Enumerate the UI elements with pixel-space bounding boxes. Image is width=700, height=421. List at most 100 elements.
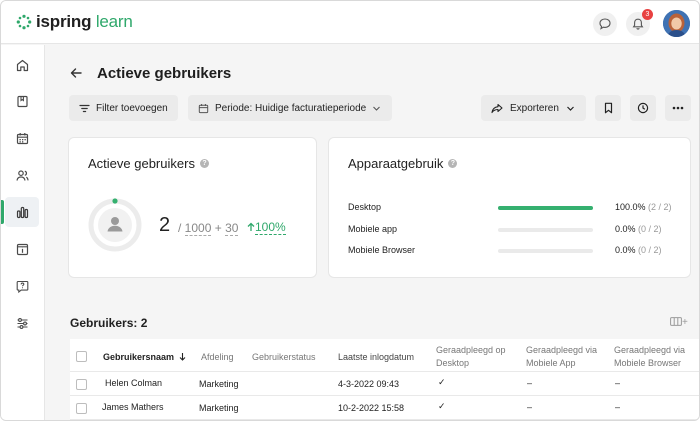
sidebar-item-info[interactable] xyxy=(5,234,39,264)
row-checkbox[interactable] xyxy=(76,403,87,414)
column-header-department[interactable]: Afdeling xyxy=(201,351,234,364)
top-bar: ispring learn 3 xyxy=(1,1,699,44)
cell-last-login: 4-3-2022 09:43 xyxy=(338,379,400,389)
column-header-app-line2: Mobiele App xyxy=(526,358,576,368)
trend-value: 100% xyxy=(255,220,286,235)
cell-department: Marketing xyxy=(199,403,239,413)
sidebar-item-users[interactable] xyxy=(5,160,39,190)
book-icon xyxy=(16,95,28,107)
usage-bar-track xyxy=(498,206,593,210)
brand-light: learn xyxy=(95,12,133,31)
license-limit[interactable]: 1000 xyxy=(184,221,212,236)
device-label: Mobiele Browser xyxy=(348,245,416,255)
schedule-button[interactable] xyxy=(630,95,656,121)
period-select[interactable]: Periode: Huidige facturatieperiode xyxy=(188,95,392,121)
notifications-button[interactable]: 3 xyxy=(626,9,653,36)
bookmark-button[interactable] xyxy=(595,95,621,121)
share-arrow-icon xyxy=(491,103,503,113)
usage-percent: 0.0% xyxy=(615,245,636,255)
sidebar-item-home[interactable] xyxy=(5,50,39,80)
column-header-desktop-line1: Geraadpleegd op xyxy=(436,345,506,355)
cell-mobile-browser: – xyxy=(615,378,621,388)
brand-logo[interactable]: ispring learn xyxy=(16,12,133,32)
bookmark-icon xyxy=(604,102,612,114)
device-label: Mobiele app xyxy=(348,224,398,234)
column-header-app-line1: Geraadpleegd via xyxy=(526,345,598,355)
usage-ratio: (0 / 2) xyxy=(638,224,662,234)
users-count-title: Gebruikers: 2 xyxy=(70,316,148,330)
active-users-count: 2 xyxy=(159,214,171,236)
back-arrow-icon[interactable] xyxy=(68,65,84,81)
sidebar-item-reports[interactable] xyxy=(1,197,39,227)
cell-department: Marketing xyxy=(199,379,239,389)
column-header-username[interactable]: Gebruikersnaam xyxy=(103,351,186,364)
columns-add-label: + xyxy=(682,317,688,328)
row-divider xyxy=(70,395,699,396)
usage-bar-track xyxy=(498,228,593,232)
column-header-mobile-browser[interactable]: Geraadpleegd via Mobiele Browser xyxy=(614,344,685,370)
export-button[interactable]: Exporteren xyxy=(481,95,586,121)
usage-ratio: (0 / 2) xyxy=(638,245,662,255)
active-users-trend[interactable]: 100% xyxy=(247,220,286,235)
row-checkbox[interactable] xyxy=(76,379,87,390)
more-dots-icon xyxy=(672,106,684,110)
usage-percent: 100.0% xyxy=(615,202,646,212)
cell-last-login: 10-2-2022 15:58 xyxy=(338,403,405,413)
users-icon xyxy=(15,169,29,181)
reports-icon xyxy=(16,206,28,218)
help-tooltip-icon[interactable]: ? xyxy=(448,159,458,168)
sidebar-item-help[interactable] xyxy=(5,271,39,301)
app-window: ispring learn 3 Actieve gebruikers Filte… xyxy=(0,0,700,421)
cell-desktop: ✓ xyxy=(438,377,446,387)
active-users-limit: / 1000 + 30 xyxy=(178,221,239,236)
extra-licenses[interactable]: 30 xyxy=(225,221,239,236)
device-label: Desktop xyxy=(348,202,382,212)
usage-ratio: (2 / 2) xyxy=(648,202,672,212)
usage-percent: 0.0% xyxy=(615,224,636,234)
column-header-last-login[interactable]: Laatste inlogdatum xyxy=(338,351,414,364)
notification-badge: 3 xyxy=(642,9,653,20)
row-divider xyxy=(70,419,699,420)
arrow-up-icon xyxy=(247,222,255,231)
column-header-username-text: Gebruikersnaam xyxy=(103,352,175,362)
chevron-down-icon xyxy=(566,106,574,111)
usage-value: 0.0% (0 / 2) xyxy=(615,224,662,234)
help-tooltip-icon[interactable]: ? xyxy=(199,159,209,168)
sidebar-item-calendar[interactable] xyxy=(5,123,39,153)
avatar[interactable] xyxy=(663,10,690,37)
device-row-desktop: Desktop 100.0% (2 / 2) xyxy=(348,201,678,215)
add-filter-button[interactable]: Filter toevoegen xyxy=(69,95,178,121)
more-options-button[interactable] xyxy=(665,95,691,121)
columns-settings-button[interactable]: + xyxy=(670,317,688,328)
device-usage-card: Apparaatgebruik ? Desktop 100.0% (2 / 2)… xyxy=(328,137,691,278)
cell-mobile-app: – xyxy=(527,402,533,412)
cell-mobile-browser: – xyxy=(615,402,621,412)
chat-icon xyxy=(599,18,611,30)
calendar-small-icon xyxy=(198,103,209,113)
clock-icon xyxy=(637,102,649,114)
cell-username[interactable]: Helen Colman xyxy=(105,378,162,388)
info-icon xyxy=(16,243,28,255)
device-usage-card-title: Apparaatgebruik ? xyxy=(348,156,458,171)
column-header-mobile-app[interactable]: Geraadpleegd via Mobiele App xyxy=(526,344,597,370)
sidebar-item-library[interactable] xyxy=(5,86,39,116)
brand-strong: ispring xyxy=(36,12,92,31)
sort-arrow-down-icon xyxy=(179,353,185,361)
active-users-card: Actieve gebruikers ? 2 / 1000 + 30 100% xyxy=(68,137,317,278)
column-header-desktop[interactable]: Geraadpleegd op Desktop xyxy=(436,344,506,370)
usage-value: 100.0% (2 / 2) xyxy=(615,202,672,212)
column-header-status[interactable]: Gebruikerstatus xyxy=(252,351,316,364)
filter-icon xyxy=(79,104,90,112)
users-table: Gebruikersnaam Afdeling Gebruikerstatus … xyxy=(70,339,699,420)
column-header-browser-line1: Geraadpleegd via xyxy=(614,345,686,355)
select-all-checkbox[interactable] xyxy=(76,351,87,362)
chat-button[interactable] xyxy=(593,12,617,36)
add-filter-label: Filter toevoegen xyxy=(96,102,168,114)
usage-bar-track xyxy=(498,249,593,253)
settings-sliders-icon xyxy=(17,317,27,329)
usage-bar-fill xyxy=(498,206,593,210)
active-users-donut xyxy=(88,198,142,252)
cell-username[interactable]: James Mathers xyxy=(102,402,164,412)
sidebar-item-settings[interactable] xyxy=(5,308,39,338)
cell-desktop: ✓ xyxy=(438,401,446,411)
